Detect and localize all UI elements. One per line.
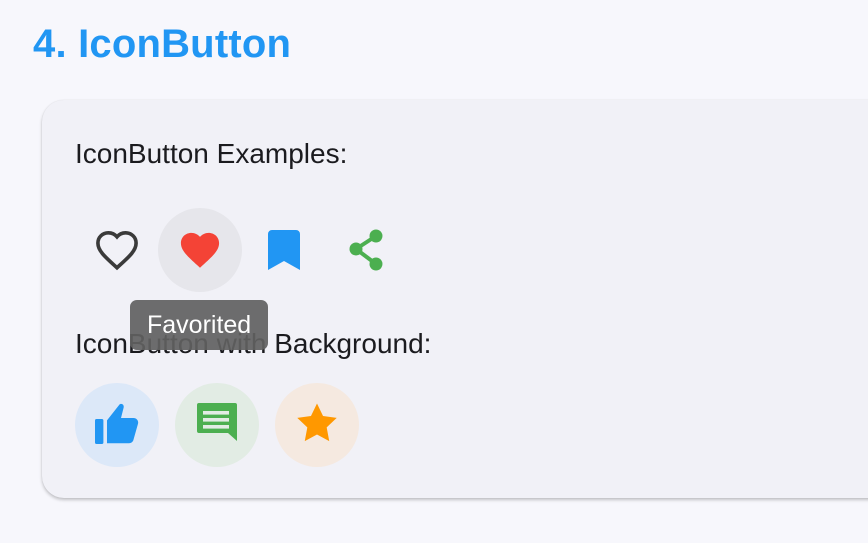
section-title: 4. IconButton [33,22,292,66]
heart-filled-icon [177,229,223,271]
heart-outline-icon [94,229,140,271]
favorited-tooltip: Favorited [130,300,269,350]
page: 4. IconButton IconButton Examples: Backg… [0,0,868,543]
star-button[interactable] [275,383,359,467]
iconbutton-card: IconButton Examples: Background: Favorit… [42,100,868,498]
share-icon [346,228,388,272]
bookmark-button[interactable] [242,208,326,292]
thumb-up-icon [93,400,141,451]
like-button[interactable] [75,383,159,467]
bookmark-icon [268,230,300,270]
comment-icon [195,401,239,450]
favorite-outline-button[interactable] [75,208,159,292]
comment-button[interactable] [175,383,259,467]
star-icon [295,402,339,449]
card-heading: IconButton Examples: [75,138,348,169]
favorite-button[interactable] [158,208,242,292]
share-button[interactable] [325,208,409,292]
